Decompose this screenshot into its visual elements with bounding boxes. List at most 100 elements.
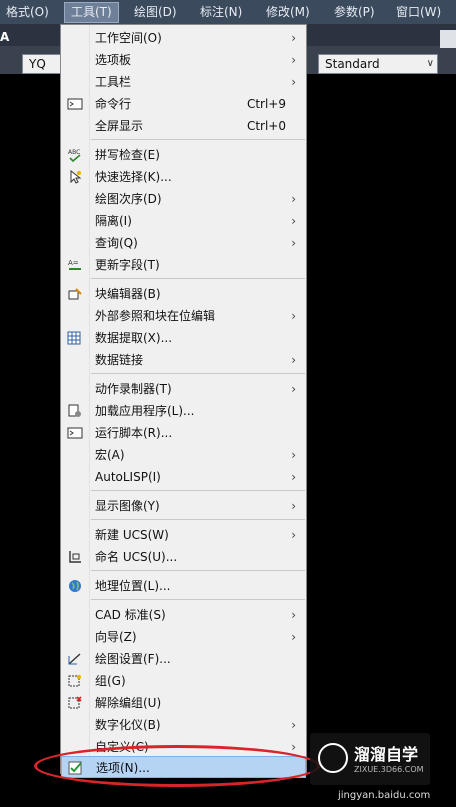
table-style-combo[interactable]: Standard ∨ (318, 54, 438, 74)
menu-item-quick-select[interactable]: 快速选择(K)... (61, 166, 306, 188)
menu-item-label: 查询(Q) (95, 236, 138, 250)
submenu-arrow-icon: › (291, 382, 296, 396)
chevron-down-icon: ∨ (426, 58, 434, 69)
menu-separator (91, 139, 305, 140)
menu-draw[interactable]: 绘图(D) (134, 3, 177, 22)
menu-item-command-line[interactable]: 命令行 Ctrl+9 (61, 93, 306, 115)
menu-item-label: 隔离(I) (95, 214, 132, 228)
menu-item-label: CAD 标准(S) (95, 608, 166, 622)
text-style-value: YQ (29, 57, 46, 71)
menu-item-label: 命令行 (95, 97, 132, 111)
menu-item-label: 快速选择(K)... (95, 170, 172, 184)
menu-separator (91, 570, 305, 571)
menu-item-label: 组(G) (95, 674, 126, 688)
submenu-arrow-icon: › (291, 528, 296, 542)
submenu-arrow-icon: › (291, 214, 296, 228)
text-style-icon[interactable]: A (0, 30, 18, 48)
menu-item-spell-check[interactable]: ABC 拼写检查(E) (61, 144, 306, 166)
submenu-arrow-icon: › (291, 470, 296, 484)
menu-item-run-script[interactable]: 运行脚本(R)... (61, 422, 306, 444)
globe-icon (69, 580, 81, 592)
menu-item-display-image[interactable]: 显示图像(Y) › (61, 495, 306, 517)
named-ucs-icon (69, 551, 81, 563)
menu-item-xref-inplace-edit[interactable]: 外部参照和块在位编辑 › (61, 305, 306, 327)
menu-item-palettes[interactable]: 选项板 › (61, 49, 306, 71)
menu-format[interactable]: 格式(O) (6, 3, 49, 22)
drafting-settings-icon (68, 653, 81, 665)
menu-item-update-fields[interactable]: A= 更新字段(T) (61, 254, 306, 276)
menu-item-label: 向导(Z) (95, 630, 137, 644)
menu-bar: 格式(O) 工具(T) 绘图(D) 标注(N) 修改(M) 参数(P) 窗口(W… (0, 0, 456, 24)
menu-item-data-extraction[interactable]: 数据提取(X)... (61, 327, 306, 349)
menu-item-label: 命名 UCS(U)... (95, 550, 178, 564)
menu-item-ungroup[interactable]: 解除编组(U) (61, 692, 306, 714)
spell-check-icon: ABC (68, 149, 81, 162)
menu-item-label: 工具栏 (95, 75, 132, 89)
svg-text:A=: A= (68, 259, 79, 267)
menu-item-autolisp[interactable]: AutoLISP(I) › (61, 466, 306, 488)
menu-item-drafting-settings[interactable]: 绘图设置(F)... (61, 648, 306, 670)
menu-item-label: 显示图像(Y) (95, 499, 160, 513)
menu-item-isolate[interactable]: 隔离(I) › (61, 210, 306, 232)
menu-item-label: 新建 UCS(W) (95, 528, 169, 542)
menu-item-label: 数字化仪(B) (95, 718, 161, 732)
menu-item-macro[interactable]: 宏(A) › (61, 444, 306, 466)
shortcut-label: Ctrl+0 (246, 119, 286, 133)
menu-item-data-link[interactable]: 数据链接 › (61, 349, 306, 371)
menu-item-label: 宏(A) (95, 448, 125, 462)
menu-tools[interactable]: 工具(T) (64, 2, 119, 23)
menu-item-label: 数据提取(X)... (95, 331, 173, 345)
menu-item-label: 外部参照和块在位编辑 (95, 309, 216, 323)
watermark-title: 溜溜自学 (354, 745, 419, 764)
menu-dimension[interactable]: 标注(N) (200, 3, 242, 22)
source-credit: jingyan.baidu.com (338, 790, 431, 801)
play-logo-icon (318, 743, 348, 773)
submenu-arrow-icon: › (291, 236, 296, 250)
menu-item-cad-standards[interactable]: CAD 标准(S) › (61, 604, 306, 626)
menu-item-label: 更新字段(T) (95, 258, 160, 272)
toolbar-button-icon[interactable] (440, 30, 456, 48)
menu-window[interactable]: 窗口(W) (396, 3, 441, 22)
menu-modify[interactable]: 修改(M) (266, 3, 310, 22)
menu-item-inquiry[interactable]: 查询(Q) › (61, 232, 306, 254)
menu-separator (91, 519, 305, 520)
menu-item-action-recorder[interactable]: 动作录制器(T) › (61, 378, 306, 400)
menu-item-digitizer[interactable]: 数字化仪(B) › (61, 714, 306, 736)
group-icon (68, 675, 81, 687)
submenu-arrow-icon: › (291, 192, 296, 206)
menu-item-label: 绘图设置(F)... (95, 652, 171, 666)
menu-item-geographic-location[interactable]: 地理位置(L)... (61, 575, 306, 597)
menu-separator (91, 490, 305, 491)
menu-item-label: 全屏显示 (95, 119, 144, 133)
menu-item-label: 动作录制器(T) (95, 382, 172, 396)
load-application-icon (68, 404, 81, 417)
table-style-value: Standard (325, 57, 380, 71)
menu-item-fullscreen[interactable]: 全屏显示 Ctrl+0 (61, 115, 306, 137)
menu-item-label: 工作空间(O) (95, 31, 162, 45)
menu-parameter[interactable]: 参数(P) (334, 3, 375, 22)
menu-item-label: 选项板 (95, 53, 132, 67)
menu-item-draw-order[interactable]: 绘图次序(D) › (61, 188, 306, 210)
menu-item-named-ucs[interactable]: 命名 UCS(U)... (61, 546, 306, 568)
submenu-arrow-icon: › (291, 448, 296, 462)
menu-item-wizards[interactable]: 向导(Z) › (61, 626, 306, 648)
menu-item-label: 解除编组(U) (95, 696, 162, 710)
submenu-arrow-icon: › (291, 31, 296, 45)
menu-item-load-application[interactable]: 加载应用程序(L)... (61, 400, 306, 422)
submenu-arrow-icon: › (291, 309, 296, 323)
menu-item-label: 数据链接 (95, 353, 144, 367)
menu-item-workspace[interactable]: 工作空间(O) › (61, 27, 306, 49)
menu-item-block-editor[interactable]: 块编辑器(B) (61, 283, 306, 305)
menu-item-group[interactable]: 组(G) (61, 670, 306, 692)
menu-item-label: 运行脚本(R)... (95, 426, 173, 440)
menu-item-label: 拼写检查(E) (95, 148, 160, 162)
text-style-combo[interactable]: YQ (22, 54, 62, 74)
menu-separator (91, 599, 305, 600)
menu-item-toolbars[interactable]: 工具栏 › (61, 71, 306, 93)
menu-item-new-ucs[interactable]: 新建 UCS(W) › (61, 524, 306, 546)
watermark: 溜溜自学 ZIXUE.3D66.COM (310, 733, 430, 785)
watermark-subtitle: ZIXUE.3D66.COM (354, 765, 424, 774)
submenu-arrow-icon: › (291, 608, 296, 622)
tools-dropdown-menu: 工作空间(O) › 选项板 › 工具栏 › 命令行 Ctrl+9 全屏显示 Ct… (60, 24, 307, 778)
quick-select-icon (70, 170, 82, 184)
